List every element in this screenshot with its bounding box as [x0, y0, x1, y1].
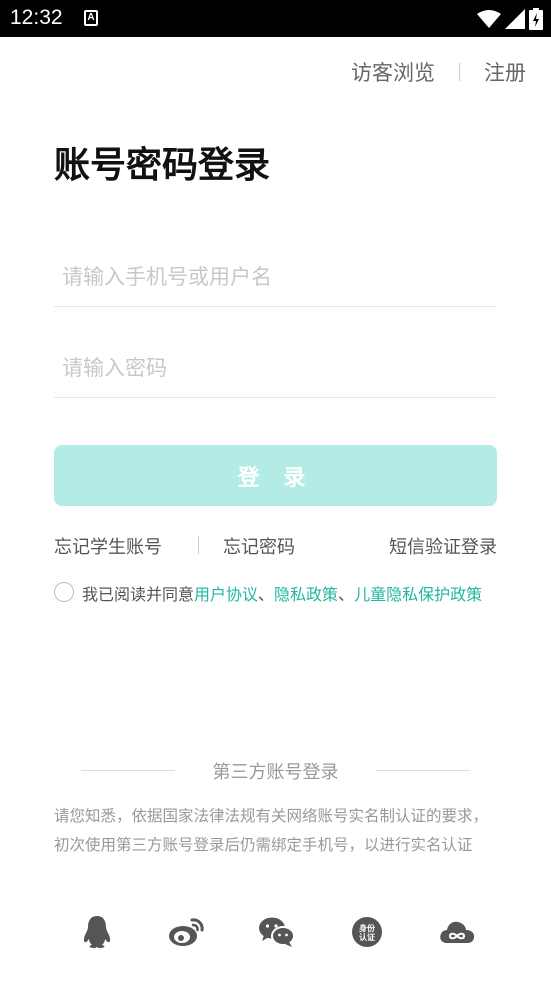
cloud-icon — [440, 921, 475, 943]
divider-line — [376, 770, 470, 771]
account-field — [54, 247, 497, 307]
login-button[interactable]: 登 录 — [54, 445, 497, 506]
link-divider — [198, 536, 199, 554]
forgot-password-link[interactable]: 忘记密码 — [223, 533, 295, 559]
password-input[interactable] — [54, 338, 497, 397]
auxiliary-links: 忘记学生账号 忘记密码 短信验证登录 — [54, 533, 497, 559]
agreement-checkbox[interactable] — [54, 582, 74, 602]
register-link[interactable]: 注册 — [484, 57, 526, 87]
wechat-icon — [259, 917, 295, 947]
notification-icon: A — [84, 10, 98, 26]
cloud-login-button[interactable] — [437, 912, 477, 952]
id-auth-icon: 身份 认证 — [352, 917, 382, 947]
real-name-notice: 请您知悉，依据国家法律法规有关网络账号实名制认证的要求，初次使用第三方账号登录后… — [54, 807, 489, 854]
svg-text:身份: 身份 — [359, 923, 376, 933]
status-bar: 12:32 A — [0, 0, 551, 37]
forgot-student-account-link[interactable]: 忘记学生账号 — [54, 533, 162, 559]
id-auth-login-button[interactable]: 身份 认证 — [347, 912, 387, 952]
weibo-login-button[interactable] — [167, 912, 207, 952]
password-field — [54, 338, 497, 398]
user-agreement-link[interactable]: 用户协议 — [194, 585, 258, 604]
agreement-text: 我已阅读并同意用户协议、隐私政策、儿童隐私保护政策 — [82, 580, 497, 610]
status-icons — [477, 8, 543, 30]
page-title: 账号密码登录 — [54, 145, 271, 186]
svg-text:认证: 认证 — [359, 932, 375, 942]
agreement-separator: 、 — [338, 585, 355, 604]
sms-login-link[interactable]: 短信验证登录 — [389, 533, 497, 559]
qq-icon — [83, 916, 111, 948]
account-input[interactable] — [54, 247, 497, 306]
battery-icon — [529, 8, 543, 30]
third-party-title: 第三方账号登录 — [212, 762, 339, 783]
top-links: 访客浏览 注册 — [351, 57, 526, 87]
privacy-policy-link[interactable]: 隐私政策 — [274, 585, 338, 604]
top-divider — [459, 63, 460, 81]
third-party-header: 第三方账号登录 — [81, 758, 470, 783]
child-privacy-policy-link[interactable]: 儿童隐私保护政策 — [354, 585, 482, 604]
qq-login-button[interactable] — [77, 912, 117, 952]
agreement-separator: 、 — [258, 585, 275, 604]
signal-icon — [505, 9, 525, 29]
wifi-icon — [477, 10, 501, 28]
weibo-icon — [169, 918, 204, 946]
status-time: 12:32 — [10, 6, 63, 29]
social-login-row: 身份 认证 — [77, 912, 477, 952]
guest-browse-link[interactable]: 访客浏览 — [351, 57, 435, 87]
agreement-prefix: 我已阅读并同意 — [82, 585, 195, 604]
wechat-login-button[interactable] — [257, 912, 297, 952]
